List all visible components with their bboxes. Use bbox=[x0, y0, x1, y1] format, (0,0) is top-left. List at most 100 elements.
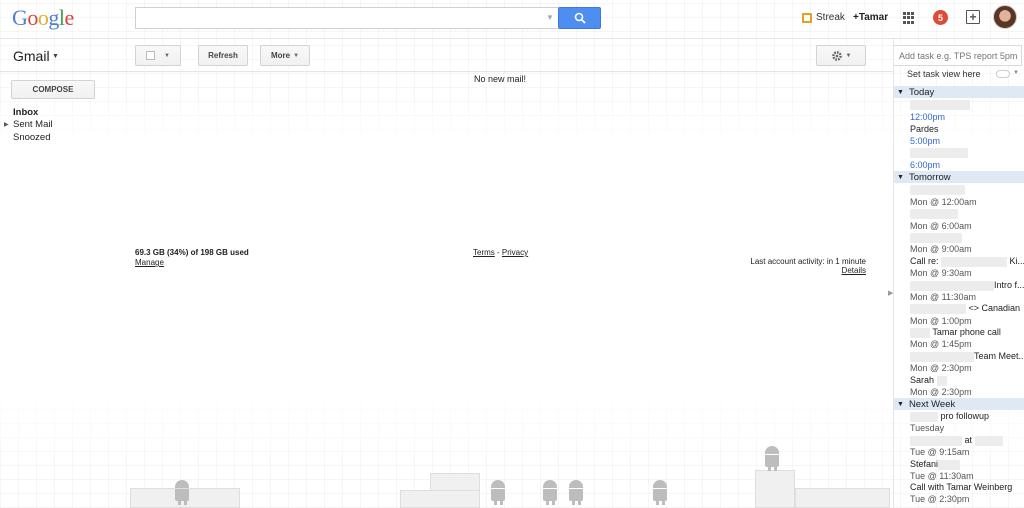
theme-block bbox=[400, 490, 480, 508]
chevron-down-icon: ▼ bbox=[845, 52, 852, 59]
chevron-down-icon: ▼ bbox=[293, 52, 300, 59]
checkbox-icon bbox=[146, 51, 156, 60]
search-input[interactable] bbox=[135, 7, 558, 29]
task-item[interactable] bbox=[910, 232, 962, 243]
task-text: Tamar phone call bbox=[932, 327, 1001, 337]
task-item[interactable]: Sarah bbox=[910, 375, 947, 386]
select-checkbox-button[interactable]: ▼ bbox=[135, 45, 181, 66]
task-text: <> Canadian bbox=[968, 303, 1021, 313]
section-label: Tomorrow bbox=[908, 171, 951, 183]
section-today[interactable]: ▼ Today bbox=[894, 86, 1024, 98]
add-task-input[interactable] bbox=[894, 45, 1022, 66]
nav-item-snoozed[interactable]: Snoozed bbox=[13, 132, 51, 143]
task-item[interactable] bbox=[910, 184, 965, 195]
terms-link[interactable]: Terms bbox=[473, 248, 495, 257]
task-time: Mon @ 11:30am bbox=[910, 292, 977, 302]
apps-grid-icon[interactable] bbox=[903, 12, 915, 24]
task-text: at bbox=[964, 435, 973, 445]
android-figure-icon bbox=[172, 480, 192, 506]
refresh-button[interactable]: Refresh bbox=[198, 45, 248, 66]
task-item[interactable] bbox=[910, 99, 970, 110]
task-time: Mon @ 6:00am bbox=[910, 221, 972, 231]
section-label: Today bbox=[908, 86, 935, 98]
task-text: Ki... bbox=[1009, 256, 1024, 266]
more-label: More bbox=[270, 51, 291, 60]
streak-link[interactable]: Streak bbox=[802, 12, 845, 23]
storage-usage: 69.3 GB (34%) of 198 GB used bbox=[135, 248, 249, 257]
task-view-label: Set task view here bbox=[907, 69, 981, 79]
task-item[interactable]: Stefani bbox=[910, 459, 961, 470]
task-item[interactable]: Tamar phone call bbox=[910, 327, 1001, 338]
task-item[interactable]: Call re: Ki... bbox=[910, 256, 1024, 267]
task-time: 12:00pm bbox=[910, 112, 946, 122]
task-time: Mon @ 1:00pm bbox=[910, 316, 972, 326]
tasks-panel-divider bbox=[893, 38, 894, 508]
android-figure-icon bbox=[540, 480, 560, 506]
section-tomorrow[interactable]: ▼ Tomorrow bbox=[894, 171, 1024, 183]
task-text: Sarah bbox=[910, 375, 935, 385]
task-time: Tue @ 9:15am bbox=[910, 447, 970, 457]
task-item[interactable] bbox=[910, 208, 958, 219]
activity-details-link[interactable]: Details bbox=[800, 266, 866, 275]
footer-separator: - bbox=[494, 248, 502, 257]
task-item[interactable]: Intro f... bbox=[910, 280, 1024, 291]
task-time: Tue @ 2:30pm bbox=[910, 494, 970, 504]
task-time: Tue @ 11:30am bbox=[910, 471, 974, 481]
theme-block bbox=[430, 473, 480, 491]
android-figure-icon bbox=[762, 446, 782, 472]
expand-arrow-icon[interactable]: ▶ bbox=[4, 121, 9, 128]
collapse-triangle-icon: ▼ bbox=[897, 88, 904, 96]
task-time: Mon @ 12:00am bbox=[910, 197, 977, 207]
nav-item-sent-mail[interactable]: Sent Mail bbox=[13, 119, 53, 130]
google-logo[interactable]: Google bbox=[12, 5, 74, 31]
search-options-caret-icon[interactable]: ▼ bbox=[546, 13, 554, 22]
settings-button[interactable]: ▼ bbox=[816, 45, 866, 66]
privacy-link[interactable]: Privacy bbox=[502, 248, 528, 257]
task-text: pro followup bbox=[940, 411, 990, 421]
empty-inbox-message: No new mail! bbox=[473, 74, 527, 84]
gmail-app-switcher[interactable]: Gmail bbox=[13, 48, 50, 64]
streak-icon bbox=[802, 12, 812, 23]
task-text: Team Meet... bbox=[974, 351, 1024, 361]
task-view-toggle[interactable] bbox=[996, 70, 1010, 78]
task-time: Mon @ 2:30pm bbox=[910, 387, 972, 397]
more-button[interactable]: More ▼ bbox=[260, 45, 310, 66]
notifications-badge[interactable]: 5 bbox=[933, 10, 948, 25]
task-item[interactable]: <> Canadian bbox=[910, 303, 1020, 314]
manage-storage-link[interactable]: Manage bbox=[135, 258, 164, 267]
section-label: Next Week bbox=[908, 398, 956, 410]
task-item[interactable]: pro followup bbox=[910, 411, 989, 422]
toolbar-divider bbox=[0, 71, 893, 72]
theme-block bbox=[755, 470, 795, 508]
chevron-down-icon[interactable]: ▼ bbox=[1013, 70, 1019, 76]
last-activity: Last account activity: in 1 minute bbox=[750, 257, 866, 266]
task-item[interactable]: at bbox=[910, 435, 1003, 446]
task-text: Call re: bbox=[910, 256, 939, 266]
avatar[interactable] bbox=[993, 5, 1017, 29]
task-time: 5:00pm bbox=[910, 136, 941, 146]
task-time: Mon @ 1:45pm bbox=[910, 339, 972, 349]
header-divider bbox=[0, 38, 1024, 39]
compose-button[interactable]: COMPOSE bbox=[11, 80, 95, 99]
task-time: Tuesday bbox=[910, 423, 945, 433]
android-figure-icon bbox=[650, 480, 670, 506]
task-text: Intro f... bbox=[994, 280, 1024, 290]
search-icon bbox=[574, 12, 586, 24]
android-figure-icon bbox=[488, 480, 508, 506]
task-time: Mon @ 9:30am bbox=[910, 268, 972, 278]
task-item[interactable] bbox=[910, 147, 968, 158]
task-text: Stefani bbox=[910, 459, 939, 469]
share-plus-icon[interactable]: + bbox=[966, 10, 980, 24]
section-next-week[interactable]: ▼ Next Week bbox=[894, 398, 1024, 410]
task-item[interactable]: Call with Tamar Weinberg bbox=[910, 482, 1012, 492]
task-item[interactable]: Team Meet... bbox=[910, 351, 1024, 362]
chevron-down-icon[interactable]: ▼ bbox=[52, 53, 59, 60]
chevron-down-icon: ▼ bbox=[164, 52, 170, 59]
nav-item-inbox[interactable]: Inbox bbox=[13, 107, 38, 118]
task-item[interactable]: Pardes bbox=[910, 124, 939, 134]
task-time: 6:00pm bbox=[910, 160, 941, 170]
search-button[interactable] bbox=[558, 7, 601, 29]
theme-block bbox=[795, 488, 890, 508]
plus-user-link[interactable]: +Tamar bbox=[853, 12, 888, 23]
collapse-triangle-icon: ▼ bbox=[897, 173, 904, 181]
